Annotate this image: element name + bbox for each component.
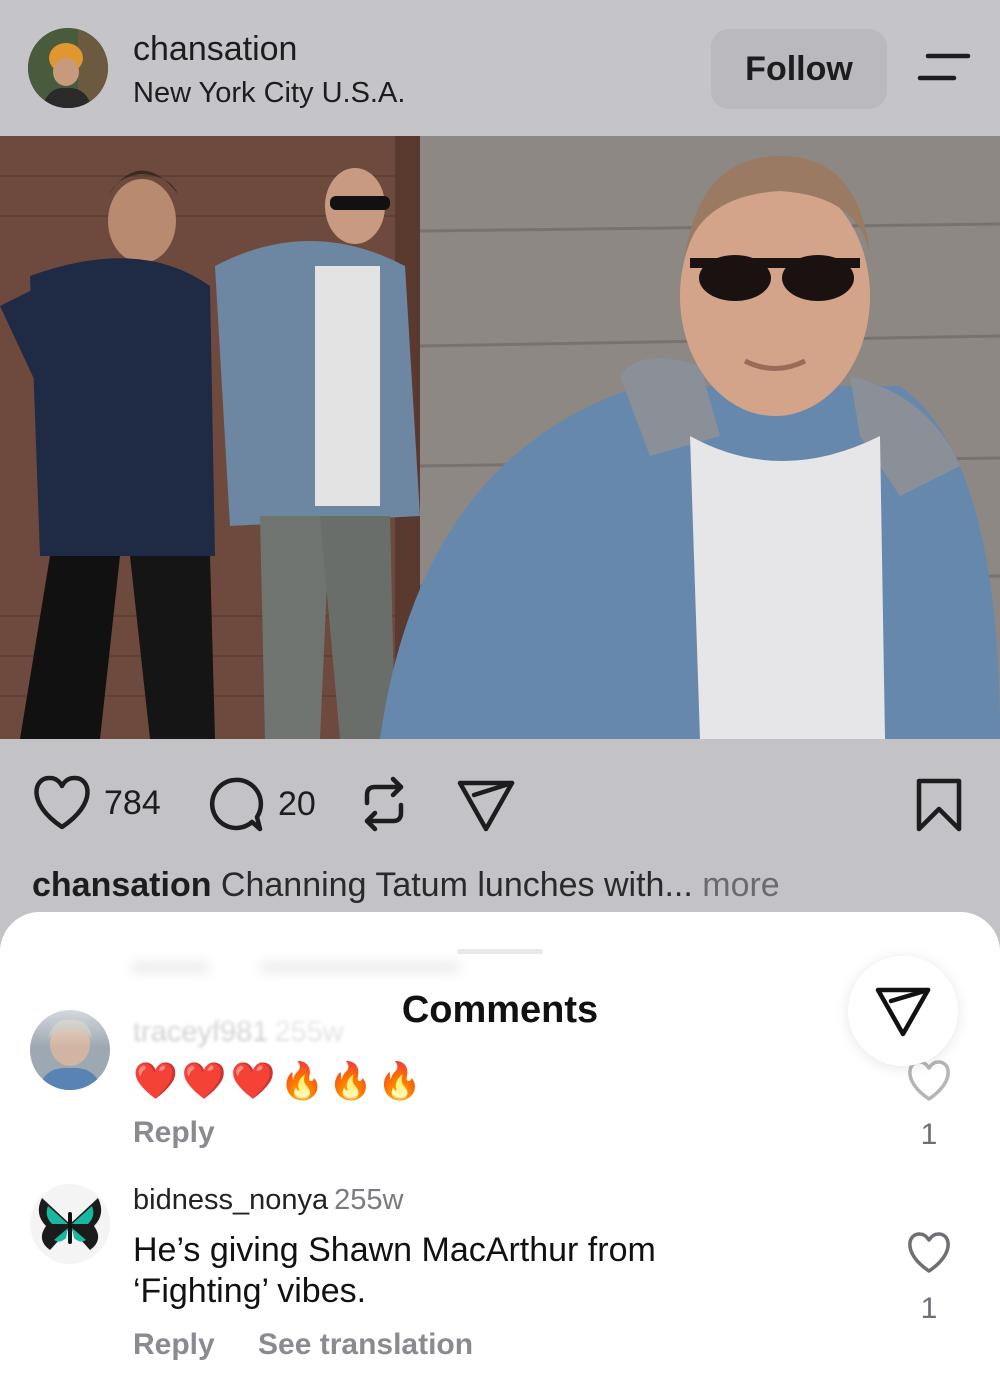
comment-text: ❤️❤️❤️🔥🔥🔥 [133, 1060, 426, 1101]
caption-more-link[interactable]: more [693, 866, 779, 904]
comment-like-count: 1 [920, 1118, 938, 1151]
like-action[interactable]: 784 [32, 775, 161, 831]
post-actions: 784 20 [0, 739, 1000, 869]
bookmark-icon[interactable] [914, 777, 964, 833]
share-comments-button[interactable] [848, 956, 958, 1066]
reply-button[interactable]: Reply [133, 1328, 215, 1362]
heart-icon[interactable] [906, 1230, 952, 1276]
comment-like-count: 1 [920, 1292, 938, 1325]
repost-icon[interactable] [357, 775, 411, 833]
reply-button[interactable]: Reply [133, 1116, 215, 1150]
like-count: 784 [104, 783, 161, 822]
comment-bubble-icon[interactable] [206, 775, 264, 833]
comment-avatar[interactable] [30, 1184, 110, 1264]
post-caption[interactable]: chansation Channing Tatum lunches with..… [32, 866, 780, 905]
author-username[interactable]: chansation [133, 30, 297, 69]
author-avatar[interactable] [28, 28, 108, 108]
comment-action[interactable]: 20 [206, 775, 316, 833]
caption-text: Channing Tatum lunches with... [211, 866, 693, 904]
send-icon[interactable] [456, 777, 516, 833]
see-translation-link[interactable]: See translation [258, 1328, 473, 1362]
comment-count: 20 [278, 784, 316, 823]
caption-username[interactable]: chansation [32, 866, 211, 904]
post-location[interactable]: New York City U.S.A. [133, 77, 405, 110]
post-header: chansation New York City U.S.A. Follow [0, 0, 1000, 136]
follow-button[interactable]: Follow [711, 29, 887, 109]
post-photo[interactable] [0, 136, 1000, 739]
comment-username[interactable]: bidness_nonya 255w [133, 1184, 403, 1217]
blurred-previous-comment [130, 925, 950, 980]
comment-text: He’s giving Shawn MacArthur from ‘Fighti… [133, 1231, 656, 1310]
comments-sheet: Comments traceyf981 255w ❤️❤️❤️🔥🔥🔥 Reply … [0, 912, 1000, 1392]
heart-icon[interactable] [32, 775, 92, 831]
menu-icon[interactable] [916, 52, 972, 88]
sheet-drag-handle[interactable] [457, 949, 543, 954]
send-icon [875, 987, 931, 1037]
